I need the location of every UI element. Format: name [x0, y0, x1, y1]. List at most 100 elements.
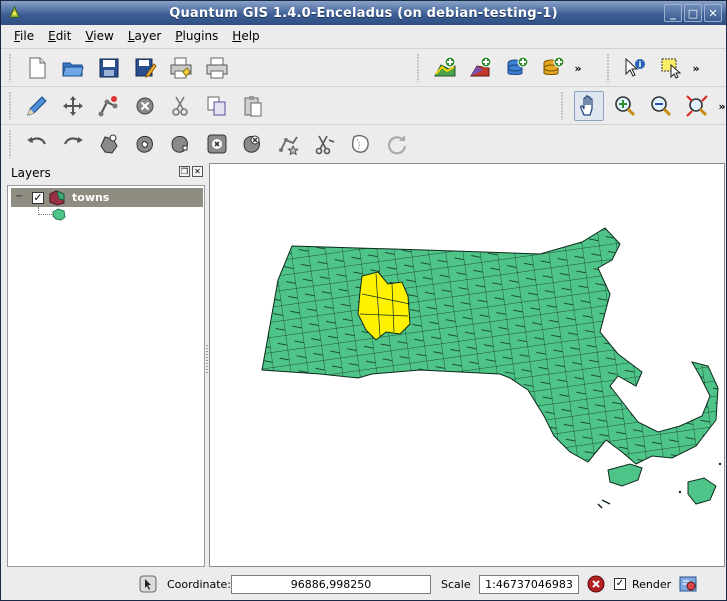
layer-item-towns[interactable]: − ✓ towns: [11, 188, 203, 207]
tree-connector: [38, 206, 52, 215]
save-as-icon: [135, 58, 157, 78]
select-features-button[interactable]: [656, 53, 686, 83]
advanced-digitizing-toolbar: [1, 125, 415, 163]
zoom-out-button[interactable]: [646, 91, 676, 121]
toolbar-overflow-button-3[interactable]: »: [715, 100, 727, 113]
undo-button[interactable]: [22, 129, 52, 159]
delete-ring-button[interactable]: [202, 129, 232, 159]
menu-help[interactable]: Help: [225, 25, 266, 47]
projection-status-button[interactable]: [678, 574, 698, 594]
maximize-button[interactable]: □: [684, 4, 702, 22]
save-as-button[interactable]: [130, 53, 160, 83]
paste-icon: [244, 96, 262, 117]
open-project-button[interactable]: [58, 53, 88, 83]
layer-tree[interactable]: − ✓ towns: [7, 185, 205, 567]
toolbar-grip[interactable]: [7, 130, 13, 158]
copy-features-button[interactable]: [202, 91, 232, 121]
print-composer-icon: [170, 57, 192, 79]
zoom-full-button[interactable]: [682, 91, 712, 121]
open-folder-icon: [62, 62, 84, 77]
projection-globe-icon: [679, 576, 697, 592]
render-checkbox[interactable]: ✓: [614, 578, 626, 590]
add-vector-layer-button[interactable]: [430, 53, 460, 83]
redo-button[interactable]: [58, 129, 88, 159]
move-feature-button[interactable]: [58, 91, 88, 121]
paste-features-button[interactable]: [238, 91, 268, 121]
menu-view[interactable]: View: [78, 25, 120, 47]
undo-icon: [27, 137, 47, 145]
toolbar-grip[interactable]: [7, 54, 13, 82]
add-raster-icon: [470, 56, 492, 77]
simplify-feature-button[interactable]: [94, 129, 124, 159]
map-canvas[interactable]: [209, 163, 725, 567]
stop-render-button[interactable]: [586, 574, 606, 594]
select-features-icon: [661, 58, 682, 79]
zoom-in-button[interactable]: [610, 91, 640, 121]
layer-visibility-checkbox[interactable]: ✓: [32, 191, 44, 204]
reshape-feature-button[interactable]: [274, 129, 304, 159]
coordinate-field[interactable]: 96886,998250: [231, 574, 431, 594]
add-raster-layer-button[interactable]: [466, 53, 496, 83]
pan-map-button[interactable]: [574, 91, 604, 121]
minimize-button[interactable]: _: [664, 4, 682, 22]
toolbar-grip[interactable]: [605, 54, 611, 82]
menu-edit[interactable]: Edit: [41, 25, 78, 47]
cut-features-button[interactable]: [166, 91, 196, 121]
mouse-pointer-icon: [139, 575, 157, 593]
redo-icon: [63, 137, 83, 145]
zoom-out-icon: [651, 96, 672, 117]
scissors-icon: [172, 96, 188, 116]
status-bar: Coordinate: 96886,998250 Scale 1:4673704…: [1, 568, 726, 600]
toolbar-row-3: [1, 124, 726, 162]
scale-field[interactable]: 1:46737046983: [479, 574, 579, 594]
print-composer-button[interactable]: [166, 53, 196, 83]
merge-features-button[interactable]: [346, 129, 376, 159]
collapse-toggle-icon[interactable]: −: [15, 192, 24, 202]
pencil-icon: [27, 96, 47, 116]
toolbar-overflow-button[interactable]: »: [571, 62, 585, 75]
add-ring-button[interactable]: [130, 129, 160, 159]
render-label: Render: [632, 577, 672, 591]
menu-bar: File Edit View Layer Plugins Help: [1, 25, 726, 47]
node-tool-button[interactable]: [94, 91, 124, 121]
menu-layer[interactable]: Layer: [121, 25, 168, 47]
toolbar-grip[interactable]: [7, 92, 13, 120]
qgis-app-icon: [9, 5, 20, 18]
float-panel-button[interactable]: ❐: [179, 166, 190, 177]
close-window-button[interactable]: ✕: [704, 4, 722, 22]
delete-selected-button[interactable]: [130, 91, 160, 121]
add-vector-icon: [434, 56, 456, 77]
add-part-icon: [171, 135, 188, 153]
new-document-icon: [29, 57, 46, 79]
split-features-button[interactable]: [310, 129, 340, 159]
digitizing-toolbar: [1, 87, 271, 125]
rotate-icon: [387, 135, 407, 155]
layer-legend: [38, 206, 66, 221]
new-project-button[interactable]: [22, 53, 52, 83]
add-part-button[interactable]: [166, 129, 196, 159]
add-spatialite-icon: [543, 56, 565, 75]
toggle-editing-button[interactable]: [22, 91, 52, 121]
identify-features-button[interactable]: i: [620, 53, 650, 83]
menu-file[interactable]: File: [7, 25, 41, 47]
toolbar-grip[interactable]: [559, 92, 565, 120]
menu-plugins[interactable]: Plugins: [168, 25, 225, 47]
rotate-point-symbols-button[interactable]: [382, 129, 412, 159]
toolbar-overflow-button-2[interactable]: »: [689, 62, 703, 75]
node-tool-icon: [98, 96, 118, 117]
add-postgis-layer-button[interactable]: [502, 53, 532, 83]
selected-towns-shape: [357, 271, 411, 341]
close-panel-button[interactable]: ✕: [192, 166, 203, 177]
toolbar-grip[interactable]: [415, 54, 421, 82]
simplify-icon: [100, 134, 118, 154]
delete-part-button[interactable]: [238, 129, 268, 159]
toggle-coordinate-mode-button[interactable]: [138, 574, 158, 594]
add-spatialite-layer-button[interactable]: [538, 53, 568, 83]
title-bar[interactable]: Quantum GIS 1.4.0-Enceladus (on debian-t…: [1, 1, 726, 25]
print-button[interactable]: [202, 53, 232, 83]
window-title: Quantum GIS 1.4.0-Enceladus (on debian-t…: [169, 5, 558, 21]
qgis-main-window: Quantum GIS 1.4.0-Enceladus (on debian-t…: [0, 0, 727, 601]
save-project-button[interactable]: [94, 53, 124, 83]
island-marthas-vineyard: [607, 463, 643, 487]
move-arrows-icon: [63, 96, 83, 116]
